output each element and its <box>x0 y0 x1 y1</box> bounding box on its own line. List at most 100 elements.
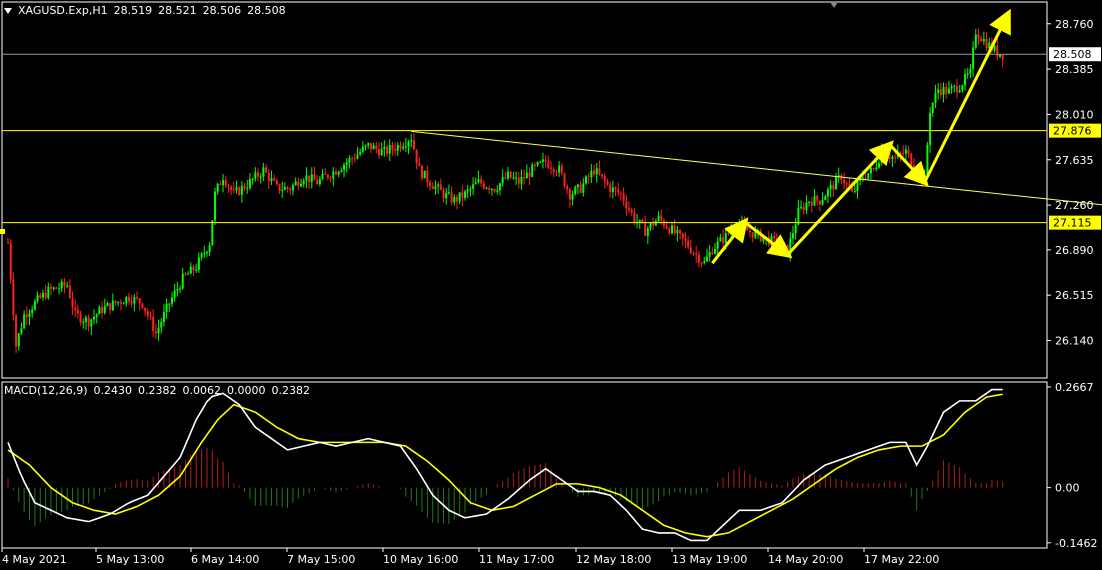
candle-body <box>82 321 85 323</box>
macd-value: 0.2430 <box>93 384 133 397</box>
candle-body <box>125 296 128 304</box>
candle-body <box>474 182 477 185</box>
candle-body <box>955 85 958 93</box>
candle-body <box>732 231 735 233</box>
candle-body <box>464 191 467 198</box>
candle-body <box>598 168 601 175</box>
candle-body <box>488 187 491 190</box>
candle-body <box>681 233 684 239</box>
candle-body <box>587 176 590 178</box>
candle-body <box>730 231 733 234</box>
candle-body <box>630 209 633 213</box>
histogram-value: 0.0062 <box>182 384 222 397</box>
candle-body <box>265 167 268 173</box>
candle-body <box>566 186 569 190</box>
macd-tick-label: 0.2667 <box>1055 381 1094 394</box>
candle-body <box>329 178 332 180</box>
candle-body <box>267 172 270 182</box>
candle-body <box>356 154 359 159</box>
candle-body <box>106 303 109 307</box>
candle-body <box>501 177 504 184</box>
candle-body <box>297 181 300 187</box>
candle-body <box>845 183 848 185</box>
candle-body <box>684 238 687 241</box>
candle-body <box>235 187 238 191</box>
candle-body <box>300 183 303 187</box>
time-tick-label: 4 May 2021 <box>2 553 67 566</box>
price-tick-label: 27.635 <box>1055 154 1094 167</box>
dropdown-triangle-icon[interactable] <box>4 8 12 14</box>
candle-body <box>614 187 617 190</box>
candle-body <box>144 307 147 312</box>
candle-body <box>74 307 77 311</box>
candle-body <box>861 177 864 179</box>
candle-body <box>429 182 432 187</box>
candle-body <box>533 164 536 166</box>
candle-body <box>181 273 184 289</box>
candle-body <box>910 153 913 166</box>
candle-body <box>458 192 461 202</box>
candle-body <box>576 184 579 188</box>
candle-body <box>711 252 714 254</box>
candle-body <box>211 220 214 246</box>
candle-body <box>802 206 805 211</box>
candle-body <box>453 197 456 203</box>
candle-body <box>958 90 961 93</box>
price-tick-label: 28.385 <box>1055 63 1094 76</box>
candle-body <box>450 192 453 203</box>
candle-body <box>109 303 112 311</box>
candle-body <box>310 174 313 183</box>
zero-value: 0.0000 <box>227 384 266 397</box>
candle-body <box>891 156 894 159</box>
candle-body <box>170 297 173 304</box>
signal-value-2: 0.2382 <box>271 384 311 397</box>
candle-body <box>705 256 708 262</box>
candle-body <box>351 158 354 160</box>
candle-body <box>372 145 375 150</box>
candle-body <box>281 189 284 191</box>
candle-body <box>558 165 561 173</box>
candle-body <box>391 145 394 150</box>
candle-body <box>345 162 348 165</box>
candle-body <box>493 188 496 192</box>
candle-body <box>673 225 676 234</box>
candle-body <box>969 68 972 74</box>
candle-body <box>977 34 980 39</box>
candle-body <box>646 228 649 236</box>
candle-body <box>660 215 663 221</box>
candle-body <box>781 243 784 247</box>
candle-body <box>187 273 190 275</box>
candle-body <box>934 92 937 103</box>
candle-body <box>205 251 208 254</box>
candle-body <box>321 173 324 179</box>
candle-body <box>485 187 488 189</box>
candle-body <box>937 89 940 93</box>
candle-body <box>832 184 835 190</box>
candle-body <box>165 303 168 313</box>
candle-body <box>122 303 125 305</box>
candle-body <box>794 224 797 234</box>
candle-body <box>326 174 329 179</box>
candle-body <box>434 186 437 189</box>
macd-label: MACD(12,26,9) <box>4 384 88 397</box>
time-tick-label: 5 May 13:00 <box>96 553 164 566</box>
candle-body <box>162 312 165 323</box>
candle-body <box>869 167 872 174</box>
candle-body <box>571 194 574 200</box>
candle-body <box>394 149 397 151</box>
candle-body <box>216 183 219 192</box>
macd-main-line <box>7 388 1003 542</box>
candle-body <box>953 85 956 87</box>
candle-body <box>864 177 867 179</box>
candle-body <box>609 184 612 193</box>
candle-body <box>179 288 182 290</box>
candle-body <box>243 185 246 189</box>
open-value: 28.519 <box>113 4 153 17</box>
trend-arrow <box>743 220 793 259</box>
symbol-label: XAGUSD.Exp,H1 <box>18 4 108 17</box>
candle-body <box>461 192 464 198</box>
candle-body <box>12 279 15 316</box>
candle-body <box>515 177 518 179</box>
candle-body <box>154 331 157 334</box>
candle-body <box>157 327 160 334</box>
